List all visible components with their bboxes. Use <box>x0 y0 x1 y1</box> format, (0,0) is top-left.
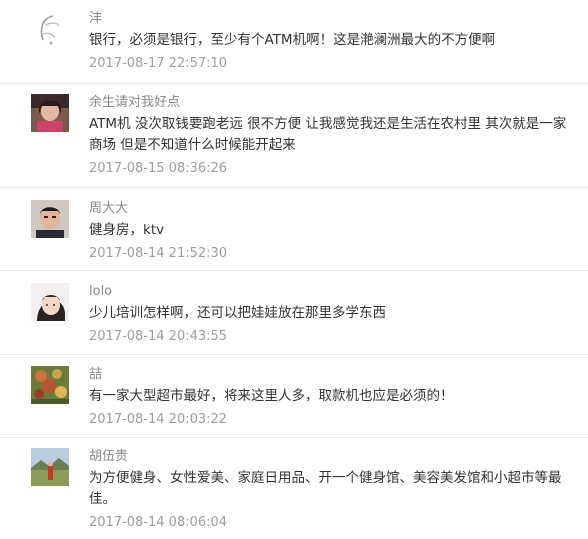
comment-author[interactable]: 喆 <box>89 366 568 383</box>
comment-item: 胡伍贵 为方便健身、女性爱美、家庭日用品、开一个健身馆、美容美发馆和小超市等最佳… <box>0 438 588 539</box>
comment-timestamp: 2017-08-14 20:43:55 <box>89 329 228 344</box>
comment-timestamp: 2017-08-14 08:06:04 <box>89 515 228 530</box>
comment-text: 少儿培训怎样啊，还可以把娃娃放在那里多学东西 <box>89 305 386 321</box>
comment-text: 银行，必须是银行，至少有个ATM机啊！这是滟澜洲最大的不方便啊 <box>89 32 496 48</box>
girl-photo-avatar[interactable] <box>31 283 69 321</box>
comment-timestamp: 2017-08-15 08:36:26 <box>89 161 228 176</box>
comment-item: 周大大 健身房，ktv 2017-08-14 21:52:30 <box>0 188 588 271</box>
comment-author[interactable]: 沣 <box>89 10 568 27</box>
comment-item: 余生请对我好点 ATM机 没次取钱要跑老远 很不方便 让我感觉我还是生活在农村里… <box>0 84 588 188</box>
comment-list: 沣 银行，必须是银行，至少有个ATM机啊！这是滟澜洲最大的不方便啊 2017-0… <box>0 0 588 539</box>
man-selfie-avatar[interactable] <box>31 200 69 238</box>
comment-item: 喆 有一家大型超市最好，将来这里人多，取款机也应是必须的！ 2017-08-14… <box>0 355 588 438</box>
flower-photo-avatar[interactable] <box>31 366 69 404</box>
comment-author[interactable]: 周大大 <box>89 200 568 217</box>
landscape-photo-avatar[interactable] <box>31 448 69 486</box>
comment-text: 有一家大型超市最好，将来这里人多，取款机也应是必须的！ <box>89 388 454 404</box>
comment-item: lolo 少儿培训怎样啊，还可以把娃娃放在那里多学东西 2017-08-14 2… <box>0 271 588 355</box>
comment-author[interactable]: lolo <box>89 283 568 300</box>
comment-text: ATM机 没次取钱要跑老远 很不方便 让我感觉我还是生活在农村里 其次就是一家商… <box>89 116 567 153</box>
comment-text: 健身房，ktv <box>89 222 165 238</box>
person-photo-avatar[interactable] <box>31 94 69 132</box>
comment-timestamp: 2017-08-14 20:03:22 <box>89 412 228 427</box>
comment-timestamp: 2017-08-14 21:52:30 <box>89 246 228 261</box>
comment-item: 沣 银行，必须是银行，至少有个ATM机啊！这是滟澜洲最大的不方便啊 2017-0… <box>0 0 588 84</box>
leaf-sketch-avatar[interactable] <box>31 10 69 48</box>
comment-text: 为方便健身、女性爱美、家庭日用品、开一个健身馆、美容美发馆和小超市等最佳。 <box>89 470 562 507</box>
comment-author[interactable]: 余生请对我好点 <box>89 94 568 111</box>
comment-timestamp: 2017-08-17 22:57:10 <box>89 56 228 71</box>
comment-author[interactable]: 胡伍贵 <box>89 448 568 465</box>
